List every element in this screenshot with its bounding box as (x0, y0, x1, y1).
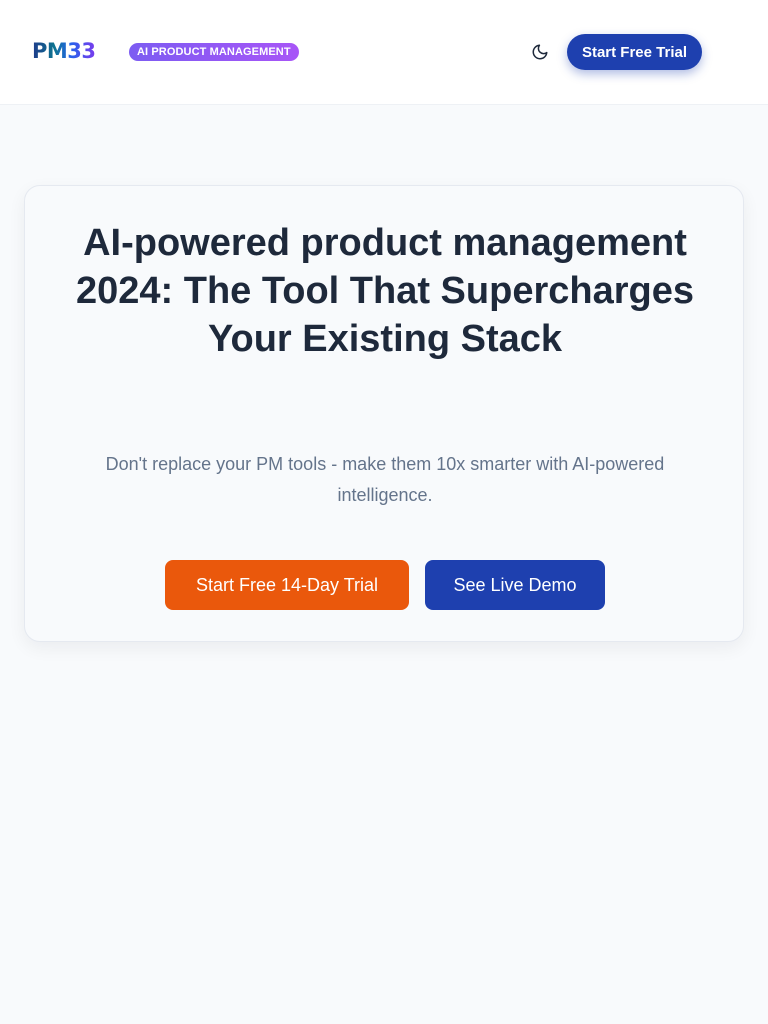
logo-text: PM33 (32, 39, 96, 63)
start-14-day-trial-button[interactable]: Start Free 14-Day Trial (165, 560, 409, 610)
product-badge: AI PRODUCT MANAGEMENT (129, 43, 299, 61)
hero-card: AI-powered product management 2024: The … (24, 185, 744, 642)
hero-title: AI-powered product management 2024: The … (75, 222, 694, 360)
start-free-trial-button[interactable]: Start Free Trial (567, 34, 702, 70)
see-live-demo-button[interactable]: See Live Demo (425, 560, 605, 610)
hero-subtitle: Don't replace your PM tools - make them … (105, 454, 665, 505)
theme-toggle-button[interactable] (528, 40, 552, 64)
pm33-logo[interactable]: PM33 (32, 36, 106, 66)
moon-icon (532, 44, 548, 60)
site-header: PM33 AI PRODUCT MANAGEMENT Start Free Tr… (0, 0, 768, 105)
